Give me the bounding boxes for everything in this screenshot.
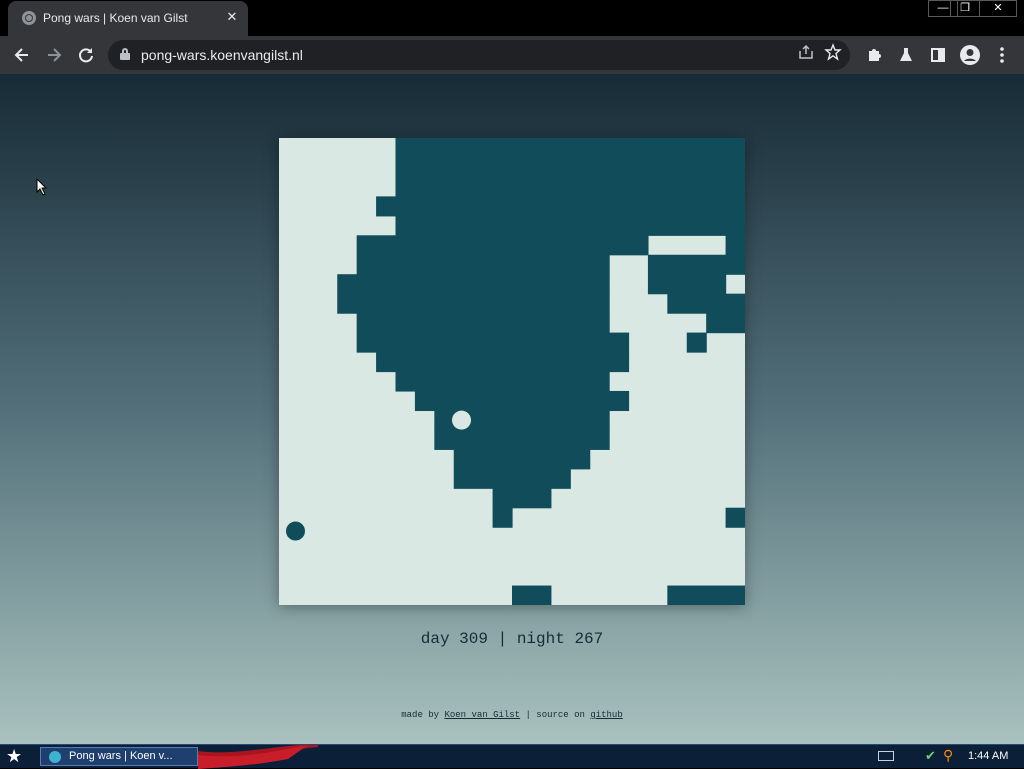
star-icon[interactable] bbox=[824, 43, 842, 66]
night-territory-cell bbox=[667, 585, 745, 605]
page-content: day 309 | night 267 made by Koen van Gil… bbox=[0, 74, 1024, 744]
credits-prefix: made by bbox=[401, 710, 440, 720]
night-territory-cell bbox=[725, 235, 745, 256]
night-territory-cell bbox=[356, 254, 610, 275]
extensions-icon[interactable] bbox=[861, 42, 887, 68]
back-arrow-icon[interactable] bbox=[9, 42, 35, 68]
night-territory-cell bbox=[706, 313, 745, 334]
night-territory-cell bbox=[647, 254, 745, 275]
day-ball bbox=[452, 410, 472, 430]
taskbar-item-browser[interactable]: Pong wars | Koen v... bbox=[40, 747, 198, 766]
night-label: night bbox=[516, 630, 565, 648]
os-taskbar: ★ Pong wars | Koen v... ✔ ⚲ 1:44 AM bbox=[0, 744, 1024, 769]
labs-icon[interactable] bbox=[893, 42, 919, 68]
credits-middle: | source on bbox=[525, 710, 585, 720]
night-territory-cell bbox=[376, 352, 630, 373]
score-separator: | bbox=[497, 630, 508, 648]
night-territory-cell bbox=[647, 274, 727, 295]
profile-icon[interactable] bbox=[957, 42, 983, 68]
night-territory-cell bbox=[395, 138, 745, 159]
night-territory-cell bbox=[453, 449, 591, 470]
night-territory-cell bbox=[395, 215, 745, 236]
night-ball bbox=[286, 521, 305, 541]
day-label: day bbox=[420, 630, 450, 648]
reload-icon[interactable] bbox=[73, 42, 99, 68]
taskbar-clock[interactable]: 1:44 AM bbox=[968, 750, 1008, 762]
tab-title: Pong wars | Koen van Gilst bbox=[43, 11, 188, 25]
night-territory-cell bbox=[414, 390, 630, 412]
lock-icon bbox=[120, 48, 130, 60]
author-link[interactable]: Koen van Gilst bbox=[444, 710, 520, 720]
mouse-cursor-icon bbox=[36, 177, 48, 201]
share-icon[interactable] bbox=[798, 44, 814, 64]
score-text: day 309 | night 267 bbox=[0, 630, 1024, 648]
night-territory-cell bbox=[667, 293, 707, 314]
night-territory-cell bbox=[512, 585, 552, 605]
window-restore-button[interactable]: ❐ bbox=[950, 0, 980, 17]
night-territory-cell bbox=[356, 313, 610, 334]
menu-icon[interactable] bbox=[989, 42, 1015, 68]
search-tray-icon[interactable]: ⚲ bbox=[943, 747, 953, 764]
night-territory-cell bbox=[453, 468, 571, 489]
night-territory-cell bbox=[725, 507, 745, 528]
night-territory-cell bbox=[706, 293, 745, 314]
night-territory-cell bbox=[686, 332, 707, 353]
night-score: 267 bbox=[574, 630, 604, 648]
tab-close-icon[interactable]: ✕ bbox=[224, 9, 240, 25]
decorative-flag-icon bbox=[198, 745, 318, 769]
night-territory-cell bbox=[395, 157, 745, 178]
night-territory-cell bbox=[356, 235, 649, 256]
github-link[interactable]: github bbox=[590, 710, 622, 720]
address-bar[interactable]: pong-wars.koenvangilst.nl bbox=[108, 40, 850, 70]
start-button-icon[interactable]: ★ bbox=[6, 747, 22, 765]
url-text[interactable]: pong-wars.koenvangilst.nl bbox=[141, 47, 303, 63]
globe-favicon-icon bbox=[22, 11, 36, 25]
game-board bbox=[279, 138, 745, 605]
browser-toolbar: pong-wars.koenvangilst.nl bbox=[0, 36, 1024, 74]
window-close-button[interactable]: ✕ bbox=[979, 0, 1017, 17]
taskbar-item-label: Pong wars | Koen v... bbox=[69, 750, 173, 762]
night-territory-cell bbox=[337, 293, 610, 314]
forward-arrow-icon[interactable] bbox=[41, 42, 67, 68]
keyboard-tray-icon[interactable] bbox=[878, 751, 894, 761]
night-territory-cell bbox=[356, 332, 630, 353]
browser-app-icon bbox=[49, 751, 61, 763]
night-territory-cell bbox=[395, 371, 610, 392]
day-score: 309 bbox=[459, 630, 488, 648]
credits-footer: made by Koen van Gilst | source on githu… bbox=[0, 710, 1024, 720]
browser-tab[interactable]: Pong wars | Koen van Gilst ✕ bbox=[8, 1, 248, 36]
network-tray-icon[interactable]: ✔ bbox=[925, 748, 936, 764]
night-territory-cell bbox=[492, 507, 513, 528]
night-territory-cell bbox=[376, 196, 745, 217]
browser-titlebar: Pong wars | Koen van Gilst ✕ — ❐ ✕ bbox=[0, 0, 1024, 36]
night-territory-cell bbox=[492, 488, 552, 509]
side-panel-icon[interactable] bbox=[925, 42, 951, 68]
pong-wars-canvas bbox=[279, 138, 745, 605]
night-territory-cell bbox=[395, 176, 745, 197]
night-territory-cell bbox=[337, 274, 610, 295]
night-territory-cell bbox=[434, 429, 610, 450]
